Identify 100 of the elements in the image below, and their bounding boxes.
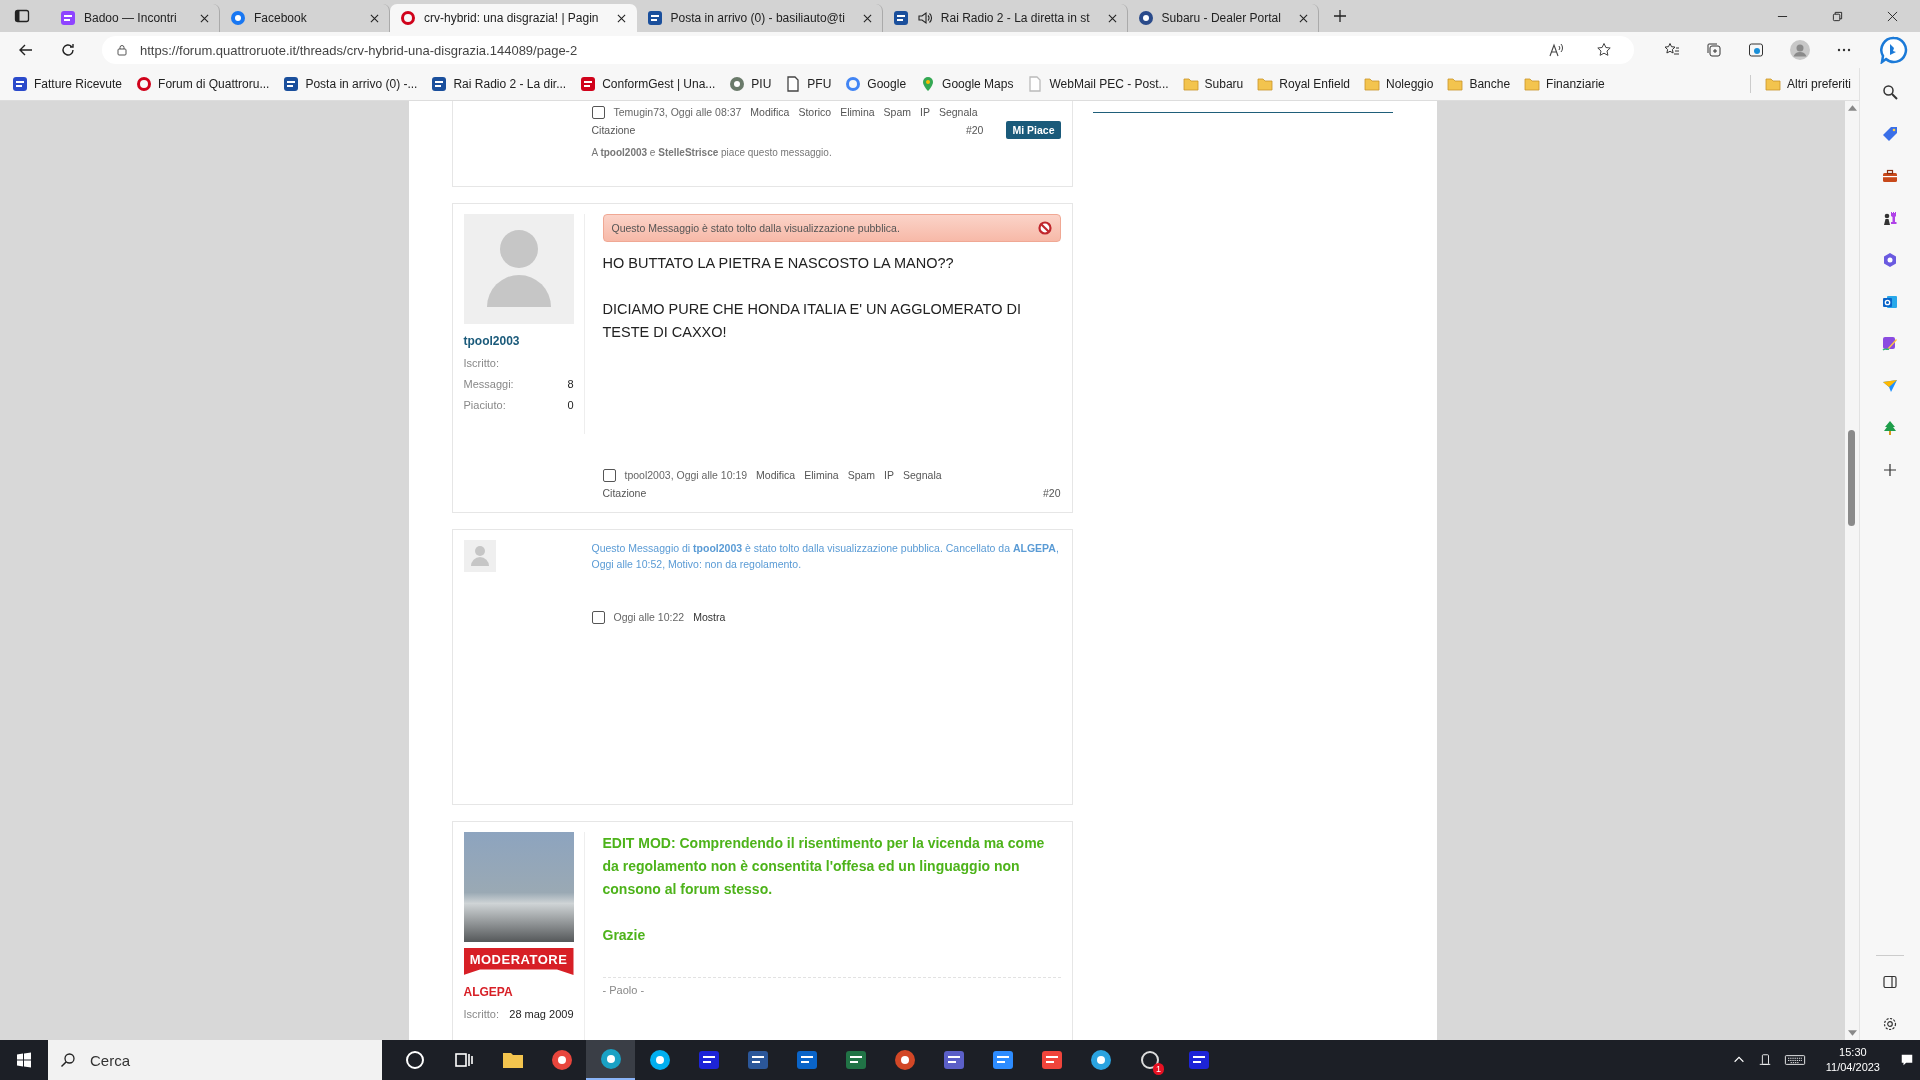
signature-text: - Paolo - bbox=[602, 977, 1061, 996]
hexagon-logo-icon[interactable] bbox=[1882, 252, 1898, 268]
site-logo-icon bbox=[60, 10, 76, 26]
browser-tab[interactable]: Rai Radio 2 - La diretta in st bbox=[882, 4, 1128, 32]
ring-logo-icon bbox=[845, 76, 862, 92]
bookmark-link[interactable]: PFU bbox=[785, 76, 832, 92]
tag-icon[interactable] bbox=[1882, 126, 1898, 142]
close-icon[interactable] bbox=[1298, 13, 1308, 23]
bookmark-link[interactable]: Forum di Quattroru... bbox=[136, 76, 270, 92]
other-favorites-link[interactable]: Altri preferiti bbox=[1765, 76, 1851, 92]
collections-icon[interactable] bbox=[1706, 42, 1722, 58]
post-action-link[interactable]: Elimina bbox=[840, 106, 875, 118]
post-action-link[interactable]: IP bbox=[920, 106, 930, 118]
close-icon[interactable] bbox=[862, 13, 872, 23]
taskbar-search-field[interactable]: Cerca bbox=[48, 1040, 382, 1080]
taskbar-clock[interactable]: 15:30 11/04/2023 bbox=[1825, 1045, 1880, 1075]
add-icon[interactable] bbox=[1882, 462, 1898, 478]
browser-tab[interactable]: Posta in arrivo (0) - basiliauto@ti bbox=[636, 4, 883, 32]
post-action-link[interactable]: IP bbox=[884, 469, 894, 481]
taskbar-app-button[interactable] bbox=[586, 1040, 635, 1080]
username-link[interactable]: tpool2003 bbox=[463, 334, 520, 348]
post-action-link[interactable]: Storico bbox=[798, 106, 832, 118]
taskbar-app-button[interactable]: 1 bbox=[1125, 1040, 1174, 1080]
scroll-thumb[interactable] bbox=[1848, 430, 1855, 526]
settings-icon[interactable] bbox=[1882, 1016, 1898, 1032]
post-action-link[interactable]: Segnala bbox=[903, 469, 942, 481]
scrollbar[interactable] bbox=[1845, 101, 1859, 1040]
bookmark-link[interactable]: Finanziarie bbox=[1524, 76, 1605, 92]
refresh-icon[interactable] bbox=[60, 42, 76, 58]
post-action-link[interactable]: Spam bbox=[847, 469, 876, 481]
close-icon[interactable] bbox=[616, 13, 626, 23]
image-edit-icon[interactable] bbox=[1882, 336, 1898, 352]
select-checkbox[interactable] bbox=[602, 468, 616, 482]
close-icon[interactable] bbox=[370, 13, 379, 23]
chat-bubble-logo-icon[interactable] bbox=[1880, 36, 1908, 64]
new-tab-icon[interactable] bbox=[1332, 9, 1347, 23]
quote-link[interactable]: Citazione bbox=[591, 124, 636, 136]
square-app-icon bbox=[745, 1048, 770, 1072]
favorite-star-icon[interactable] bbox=[1596, 42, 1612, 58]
bookmark-link[interactable]: Noleggio bbox=[1364, 76, 1434, 92]
bookmark-link[interactable]: Rai Radio 2 - La dir... bbox=[431, 76, 567, 92]
scroll-up-arrow-icon[interactable] bbox=[1847, 105, 1857, 111]
show-link[interactable]: Mostra bbox=[693, 611, 726, 623]
speaker-icon[interactable] bbox=[916, 10, 933, 26]
browser-tab[interactable]: Facebook bbox=[220, 4, 390, 32]
round-app-icon bbox=[892, 1048, 917, 1072]
post-number-link[interactable]: #20 bbox=[965, 124, 984, 136]
toolbox-icon[interactable] bbox=[1882, 168, 1898, 184]
folder-icon bbox=[1182, 76, 1199, 92]
square-app-icon bbox=[1039, 1048, 1064, 1072]
close-icon[interactable] bbox=[1887, 10, 1898, 22]
bookmark-link[interactable]: Subaru bbox=[1182, 76, 1244, 92]
chess-pieces-icon[interactable] bbox=[1882, 210, 1898, 226]
post-paragraph: Grazie bbox=[602, 926, 647, 945]
restore-icon[interactable] bbox=[1832, 10, 1843, 22]
post-number-link[interactable]: #20 bbox=[1042, 487, 1061, 499]
lock-icon[interactable] bbox=[116, 44, 128, 56]
search-icon bbox=[60, 1052, 76, 1068]
post-action-link[interactable]: Elimina bbox=[804, 469, 839, 481]
close-icon[interactable] bbox=[200, 13, 209, 23]
search-icon[interactable] bbox=[1882, 84, 1898, 100]
post-action-link[interactable]: Modifica bbox=[756, 469, 796, 481]
tab-actions-icon[interactable] bbox=[14, 8, 30, 24]
tree-icon[interactable] bbox=[1882, 420, 1898, 436]
device-icon[interactable] bbox=[1757, 1053, 1772, 1067]
mail-app-icon[interactable] bbox=[1882, 294, 1898, 310]
sidebar-panel-icon[interactable] bbox=[1882, 974, 1898, 990]
read-aloud-icon[interactable] bbox=[1548, 42, 1564, 58]
bookmark-link[interactable]: Posta in arrivo (0) -... bbox=[283, 76, 418, 92]
bookmark-link[interactable]: PIU bbox=[729, 76, 772, 92]
bookmark-link[interactable]: WebMail PEC - Post... bbox=[1027, 76, 1169, 92]
bookmark-link[interactable]: Google Maps bbox=[920, 76, 1014, 92]
address-bar[interactable]: https://forum.quattroruote.it/threads/crv-hybrid-una-disgrazia.144089/page-2 bbox=[102, 36, 1634, 64]
bookmark-link[interactable]: ConformGest | Una... bbox=[580, 76, 716, 92]
bookmark-link[interactable]: Fatture Ricevute bbox=[12, 76, 123, 92]
profile-avatar-icon[interactable] bbox=[1790, 40, 1810, 60]
paper-plane-icon[interactable] bbox=[1882, 378, 1898, 394]
post-action-link[interactable]: Segnala bbox=[938, 106, 978, 118]
post-action-link[interactable]: Modifica bbox=[750, 106, 790, 118]
like-button[interactable]: Mi Piace bbox=[1006, 121, 1061, 139]
bookmark-link[interactable]: Royal Enfield bbox=[1257, 76, 1350, 92]
deleted-notice-text: Questo Messaggio di tpool2003 è stato tolto dalla visualizzazione pubblica. Cancellato da ALGEPA, Oggi alle 10:52, Motivo: non da regolamento. bbox=[591, 541, 1060, 572]
bookmark-link[interactable]: Google bbox=[845, 76, 907, 92]
notifications-icon[interactable] bbox=[1900, 1053, 1914, 1067]
browser-tab[interactable]: Subaru - Dealer Portal bbox=[1127, 4, 1319, 32]
close-icon[interactable] bbox=[1107, 13, 1117, 23]
select-checkbox[interactable] bbox=[591, 610, 605, 624]
scroll-down-arrow-icon[interactable] bbox=[1847, 1030, 1857, 1036]
browser-essentials-icon[interactable] bbox=[1748, 42, 1764, 58]
browser-tab[interactable]: Badoo — Incontri bbox=[50, 4, 220, 32]
favorites-icon[interactable] bbox=[1664, 42, 1680, 58]
keyboard-icon[interactable] bbox=[1783, 1053, 1806, 1067]
post-action-link[interactable]: Spam bbox=[883, 106, 911, 118]
bookmark-link[interactable]: Banche bbox=[1447, 76, 1511, 92]
browser-tab[interactable]: crv-hybrid: una disgrazia! | Pagin bbox=[390, 4, 637, 32]
username-link[interactable]: ALGEPA bbox=[463, 985, 513, 999]
back-arrow-icon[interactable] bbox=[18, 42, 34, 58]
quote-link[interactable]: Citazione bbox=[602, 487, 647, 499]
select-checkbox[interactable] bbox=[591, 105, 605, 119]
windows-start-icon[interactable] bbox=[16, 1052, 32, 1068]
